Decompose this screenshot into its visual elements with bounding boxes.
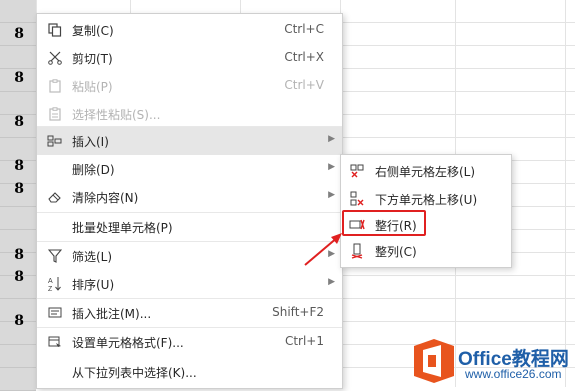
shortcut-label: Ctrl+V: [284, 78, 324, 92]
menu-item-label: 复制(C): [72, 24, 114, 38]
paste-icon: [47, 78, 63, 94]
row-header[interactable]: [0, 0, 36, 23]
menu-item-delete[interactable]: 删除(D) ▶: [37, 155, 342, 183]
row-header[interactable]: [0, 46, 36, 69]
menu-item-label: 排序(U): [72, 278, 115, 292]
highlight-box: [342, 210, 426, 236]
submenu-arrow-icon: ▶: [328, 190, 335, 200]
submenu-arrow-icon: ▶: [328, 162, 335, 172]
submenu-arrow-icon: ▶: [328, 134, 335, 144]
submenu-item-label: 右侧单元格左移(L): [375, 165, 476, 179]
row-header[interactable]: [0, 345, 36, 368]
copy-icon: [47, 22, 63, 38]
shortcut-label: Shift+F2: [272, 305, 324, 319]
annotation-arrow-icon: [304, 233, 342, 266]
watermark-url: www.office26.com: [465, 367, 562, 381]
svg-text:A: A: [48, 278, 53, 285]
cell-value[interactable]: 8: [0, 155, 24, 177]
menu-item-label: 从下拉列表中选择(K)...: [72, 366, 197, 380]
cell-value[interactable]: 8: [0, 244, 24, 266]
menu-item-label: 清除内容(N): [72, 191, 139, 205]
row-header[interactable]: [0, 207, 36, 230]
office-logo-icon: [414, 339, 454, 383]
cell-value[interactable]: 8: [0, 266, 24, 288]
menu-item-cut[interactable]: 剪切(T) Ctrl+X: [37, 44, 342, 72]
menu-item-label: 插入(I): [72, 135, 109, 149]
shortcut-label: Ctrl+X: [284, 50, 324, 64]
menu-item-label: 批量处理单元格(P): [72, 221, 173, 235]
menu-item-paste[interactable]: 粘贴(P) Ctrl+V: [37, 72, 342, 100]
format-cells-icon: [47, 334, 63, 350]
menu-item-label: 设置单元格格式(F)...: [72, 336, 184, 350]
paste-special-icon: [47, 106, 63, 122]
submenu-item-label: 下方单元格上移(U): [375, 193, 478, 207]
context-menu: 复制(C) Ctrl+C 剪切(T) Ctrl+X 粘贴(P) Ctrl+V 选…: [36, 13, 343, 389]
svg-text:Z: Z: [48, 286, 53, 292]
shortcut-label: Ctrl+C: [284, 22, 324, 36]
menu-item-label: 剪切(T): [72, 52, 113, 66]
menu-item-copy[interactable]: 复制(C) Ctrl+C: [37, 16, 342, 44]
sort-icon: AZ: [47, 276, 63, 292]
menu-item-label: 插入批注(M)...: [72, 307, 152, 321]
menu-item-format-cells[interactable]: 设置单元格格式(F)... Ctrl+1: [37, 328, 342, 356]
menu-item-sort[interactable]: AZ 排序(U) ▶: [37, 270, 342, 298]
submenu-arrow-icon: ▶: [328, 277, 335, 287]
menu-item-label: 筛选(L): [72, 250, 113, 264]
watermark: Office教程网 www.office26.com: [405, 336, 575, 387]
cell-value[interactable]: 8: [0, 310, 24, 332]
cut-icon: [47, 50, 63, 66]
menu-item-filter[interactable]: 筛选(L) ▶: [37, 242, 342, 270]
submenu-item-label: 整列(C): [375, 245, 417, 259]
filter-icon: [47, 248, 63, 264]
submenu-item-shift-up[interactable]: 下方单元格上移(U): [341, 185, 511, 213]
row-header[interactable]: [0, 368, 36, 391]
submenu-item-entire-column[interactable]: 整列(C): [341, 237, 511, 265]
gridline: [565, 0, 566, 387]
menu-item-label: 选择性粘贴(S)...: [72, 108, 161, 122]
menu-item-paste-special[interactable]: 选择性粘贴(S)...: [37, 100, 342, 128]
menu-item-insert-comment[interactable]: 插入批注(M)... Shift+F2: [37, 299, 342, 327]
insert-icon: [47, 133, 63, 149]
cell-value[interactable]: 8: [0, 111, 24, 133]
entire-column-icon: [349, 243, 365, 259]
shortcut-label: Ctrl+1: [284, 334, 324, 348]
menu-item-batch-process[interactable]: 批量处理单元格(P): [37, 213, 342, 241]
menu-item-insert[interactable]: 插入(I) ▶: [37, 127, 342, 155]
eraser-icon: [47, 189, 63, 205]
cell-value[interactable]: 8: [0, 178, 24, 200]
cell-value[interactable]: 8: [0, 23, 24, 45]
shift-up-icon: [349, 191, 365, 207]
menu-item-label: 删除(D): [72, 163, 115, 177]
menu-item-pick-from-list[interactable]: 从下拉列表中选择(K)...: [37, 358, 342, 386]
shift-left-icon: [349, 163, 365, 179]
cell-value[interactable]: 8: [0, 67, 24, 89]
menu-item-clear-contents[interactable]: 清除内容(N) ▶: [37, 183, 342, 211]
menu-item-label: 粘贴(P): [72, 80, 113, 94]
comment-icon: [47, 305, 63, 321]
submenu-item-shift-left[interactable]: 右侧单元格左移(L): [341, 157, 511, 185]
